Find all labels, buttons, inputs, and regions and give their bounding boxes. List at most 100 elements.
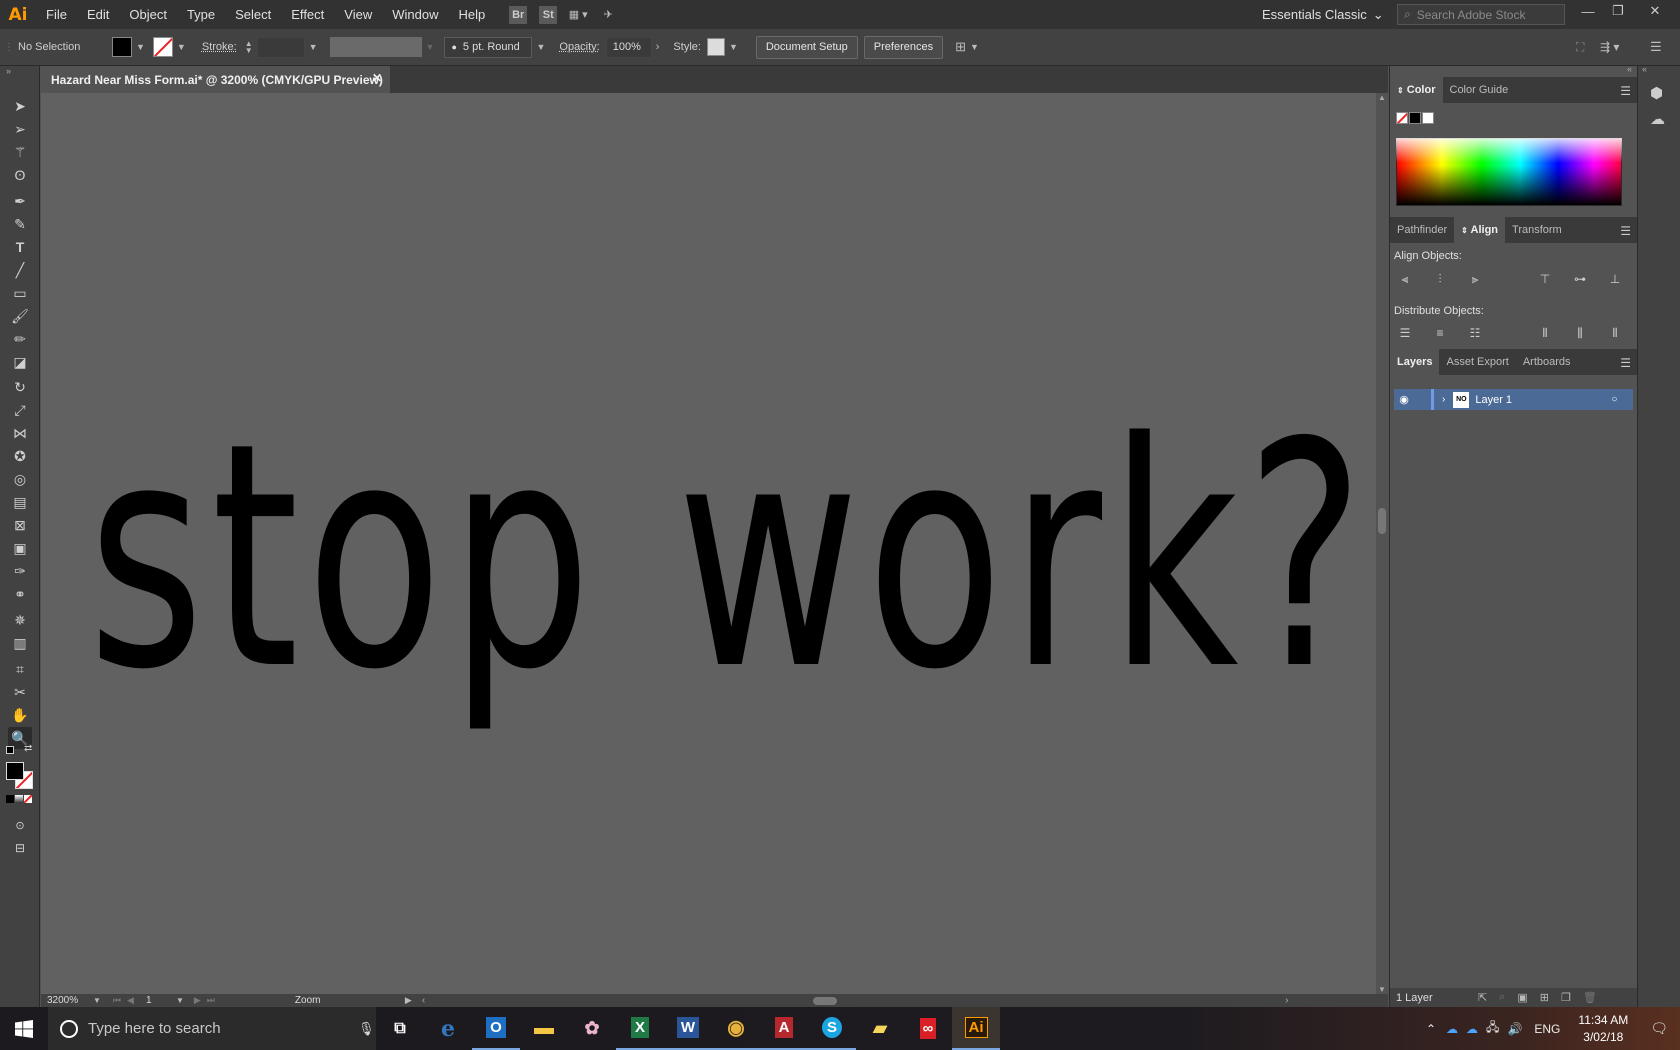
hand-tool-icon[interactable]: ✋ — [8, 704, 32, 726]
export-layer-icon[interactable]: ⇱ — [1478, 991, 1487, 1004]
color-none-swatch[interactable] — [1396, 112, 1408, 124]
perspective-grid-tool-icon[interactable]: ▤ — [8, 491, 32, 513]
minimize-button[interactable]: — — [1571, 0, 1605, 22]
layers-panel-menu-icon[interactable]: ☰ — [1620, 356, 1631, 370]
opacity-arrow-icon[interactable]: › — [656, 41, 660, 53]
onedrive-business-icon[interactable]: ☁ — [1462, 1022, 1482, 1036]
stock-search-input[interactable] — [1416, 7, 1547, 22]
menu-object[interactable]: Object — [119, 0, 177, 29]
action-center-icon[interactable]: 🗨 — [1638, 1020, 1680, 1037]
selection-tool-icon[interactable]: ➤ — [8, 95, 32, 117]
delete-layer-icon[interactable]: 🗑 — [1583, 991, 1597, 1004]
artboard-canvas[interactable]: n stop work? — [41, 93, 1376, 994]
opacity-field[interactable]: 100% — [605, 36, 652, 58]
collapse-tools-icon[interactable]: » — [6, 66, 11, 76]
menu-help[interactable]: Help — [448, 0, 495, 29]
scale-tool-icon[interactable]: ⤢ — [8, 399, 32, 421]
tab-color-guide[interactable]: Color Guide — [1443, 77, 1516, 103]
distribute-top-icon[interactable]: ☰ — [1396, 324, 1414, 342]
preferences-button[interactable]: Preferences — [863, 35, 944, 59]
direct-selection-tool-icon[interactable]: ➢ — [8, 118, 32, 140]
select-similar-icon[interactable]: ⊞ — [955, 39, 966, 55]
distribute-vertical-center-icon[interactable]: ≡ — [1431, 324, 1449, 342]
close-tab-icon[interactable]: ✕ — [372, 71, 382, 85]
scroll-down-icon[interactable]: ▼ — [1378, 985, 1386, 994]
status-menu-arrow[interactable]: ▶ — [405, 995, 412, 1006]
profile-dropdown-arrow[interactable]: ▼ — [426, 42, 435, 52]
paint-icon[interactable]: ✿ — [568, 1007, 616, 1050]
chrome-icon[interactable]: ◉ — [712, 1007, 760, 1050]
slice-tool-icon[interactable]: ✂ — [8, 681, 32, 703]
tab-pathfinder[interactable]: Pathfinder — [1390, 217, 1454, 243]
style-dropdown-arrow[interactable]: ▼ — [729, 42, 738, 52]
vertical-scrollbar[interactable]: ▲ ▼ — [1376, 93, 1388, 994]
stroke-stepper-icon[interactable]: ▲ ▼ — [245, 40, 253, 55]
document-tab[interactable]: Hazard Near Miss Form.ai* @ 3200% (CMYK/… — [41, 66, 390, 93]
creative-cloud-icon[interactable]: ∞ — [904, 1007, 952, 1050]
file-explorer-icon[interactable]: ▬ — [520, 1007, 568, 1050]
variable-width-profile[interactable] — [329, 37, 422, 57]
illustrator-logo[interactable]: Ai — [0, 0, 36, 29]
graphic-style-swatch[interactable] — [706, 38, 725, 56]
zoom-level[interactable]: 3200% — [47, 995, 93, 1006]
restore-button[interactable]: ❐ — [1601, 0, 1635, 22]
locate-object-icon[interactable]: ⌕ — [1499, 991, 1505, 1004]
previous-artboard-icon[interactable]: ◀ — [127, 995, 134, 1006]
pen-tool-icon[interactable]: ✒ — [8, 190, 32, 212]
microphone-icon[interactable]: 🎙 — [358, 1021, 375, 1037]
eyedropper-tool-icon[interactable]: ✑ — [8, 560, 32, 582]
first-artboard-icon[interactable]: ⏮ — [113, 995, 121, 1006]
clipping-mask-icon[interactable]: ▣ — [1517, 991, 1527, 1004]
stroke-swatch[interactable] — [152, 37, 173, 57]
line-segment-tool-icon[interactable]: ╱ — [8, 259, 32, 281]
lock-toggle[interactable] — [1414, 389, 1434, 410]
last-artboard-icon[interactable]: ⏭ — [207, 995, 215, 1006]
word-icon[interactable]: W — [664, 1007, 712, 1050]
panel-menu-icon[interactable]: ☰ — [1650, 39, 1662, 55]
distribute-right-icon[interactable]: ⦀ — [1606, 324, 1624, 342]
lasso-tool-icon[interactable]: ʘ — [8, 164, 32, 186]
tab-layers[interactable]: Layers — [1390, 349, 1440, 375]
tab-artboards[interactable]: Artboards — [1516, 349, 1578, 375]
taskbar-search[interactable]: Type here to search 🎙 — [48, 1007, 376, 1050]
rotate-tool-icon[interactable]: ↻ — [8, 376, 32, 398]
arrange-documents-icon[interactable]: ▦ ▾ — [566, 5, 590, 25]
menu-edit[interactable]: Edit — [77, 0, 119, 29]
color-white-swatch[interactable] — [1422, 112, 1434, 124]
eraser-tool-icon[interactable]: ◪ — [8, 351, 32, 373]
align-panel-menu-icon[interactable]: ☰ — [1620, 224, 1631, 238]
opacity-label[interactable]: Opacity: — [559, 41, 599, 53]
align-left-icon[interactable]: ⫷ — [1396, 270, 1414, 288]
shaper-tool-icon[interactable]: ✏ — [8, 328, 32, 350]
edge-icon[interactable]: e — [424, 1007, 472, 1050]
outlook-icon[interactable]: O — [472, 1007, 520, 1050]
menu-type[interactable]: Type — [177, 0, 225, 29]
fill-dropdown-arrow[interactable]: ▼ — [136, 42, 145, 52]
scroll-up-icon[interactable]: ▲ — [1378, 93, 1386, 102]
stroke-label[interactable]: Stroke: — [202, 41, 237, 53]
blend-tool-icon[interactable]: ⚭ — [8, 583, 32, 605]
skype-icon[interactable]: S — [808, 1007, 856, 1050]
screen-mode-icon[interactable]: ⊟ — [8, 837, 32, 859]
column-graph-tool-icon[interactable]: ▥ — [8, 632, 32, 654]
horizontal-scroll-thumb[interactable] — [813, 996, 838, 1005]
puppet-warp-tool-icon[interactable]: ✪ — [8, 445, 32, 467]
volume-icon[interactable]: 🔊 — [1503, 1022, 1526, 1036]
brush-definition[interactable]: ● 5 pt. Round — [444, 36, 533, 58]
scroll-right-icon[interactable]: › — [1285, 995, 1288, 1006]
align-right-icon[interactable]: ⫸ — [1466, 270, 1484, 288]
magic-wand-tool-icon[interactable]: ⚚ — [8, 141, 32, 163]
brush-dropdown-arrow[interactable]: ▼ — [536, 42, 545, 52]
menu-select[interactable]: Select — [225, 0, 281, 29]
workspace-switcher[interactable]: Essentials Classic ⌄ — [1262, 4, 1384, 25]
cc-libraries-icon[interactable]: ☁ — [1650, 110, 1665, 128]
libraries-icon[interactable]: ⬢ — [1650, 84, 1663, 102]
bridge-icon[interactable]: Br — [509, 5, 528, 24]
isolate-icon[interactable]: ⛶ — [1576, 40, 1584, 55]
scroll-left-icon[interactable]: ‹ — [422, 995, 425, 1006]
fill-indicator[interactable] — [6, 762, 24, 780]
stroke-weight-field[interactable] — [256, 36, 305, 58]
next-artboard-icon[interactable]: ▶ — [194, 995, 201, 1006]
new-sublayer-icon[interactable]: ⊞ — [1540, 991, 1549, 1004]
stroke-dropdown-arrow[interactable]: ▼ — [177, 42, 186, 52]
